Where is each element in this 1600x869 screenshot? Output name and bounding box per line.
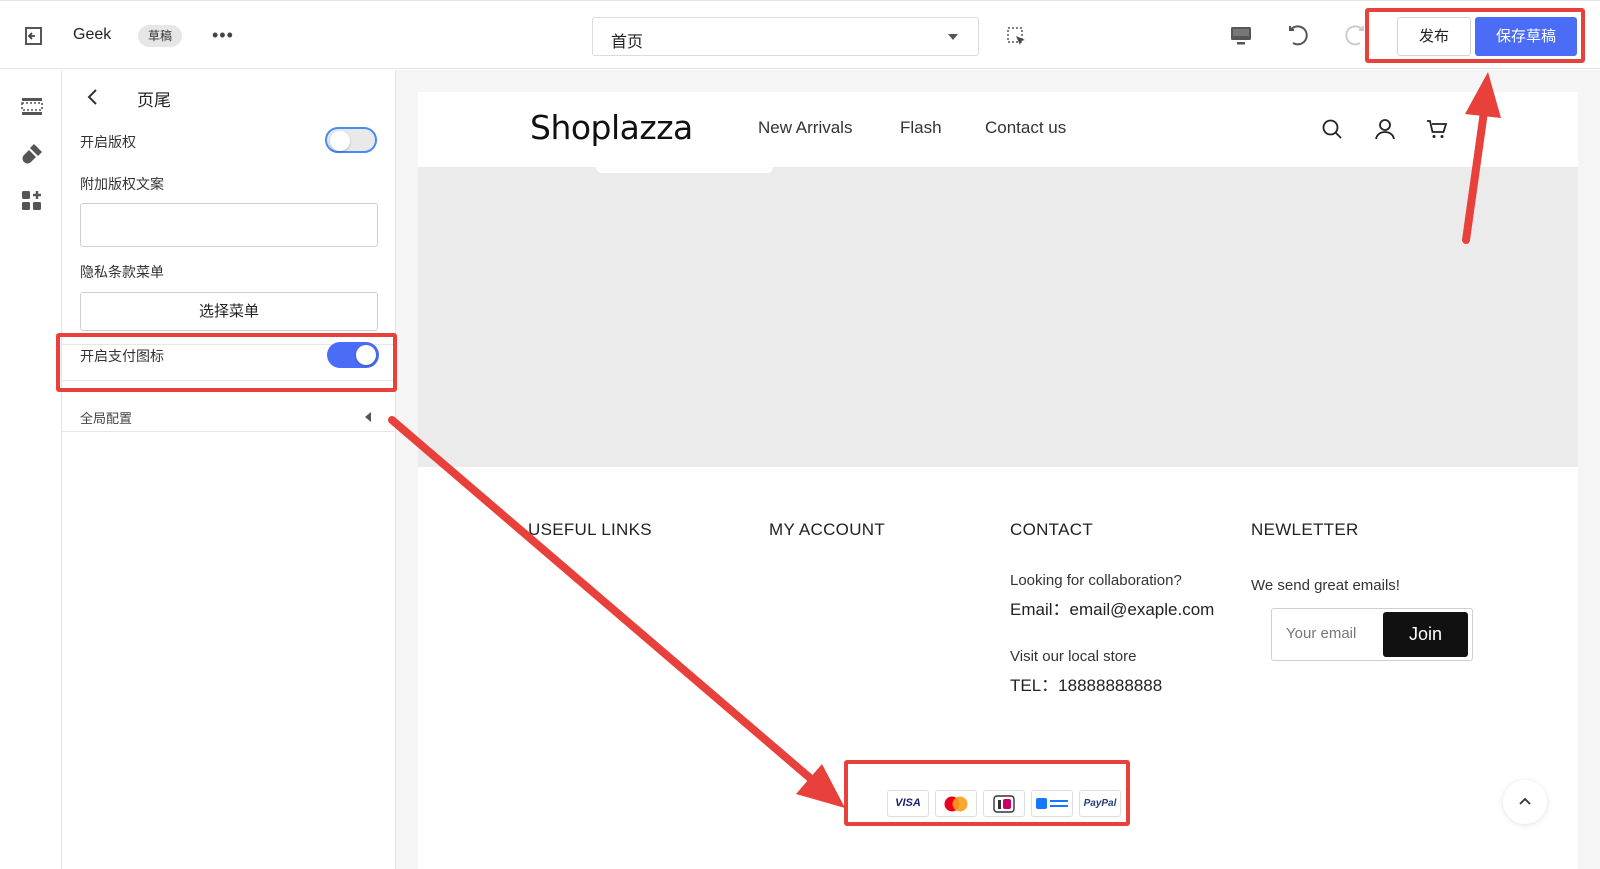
site-logo[interactable]: Shoplazza: [530, 108, 693, 147]
page-select[interactable]: 首页: [592, 17, 979, 56]
store-preview: Shoplazza New Arrivals Flash Contact us …: [418, 92, 1578, 869]
contact-visit-text: Visit our local store: [1010, 648, 1137, 665]
annotation-box-payment-icons: [844, 760, 1130, 826]
nav-new-arrivals[interactable]: New Arrivals: [758, 118, 852, 138]
newsletter-text: We send great emails!: [1251, 577, 1400, 594]
theme-style-icon[interactable]: [20, 142, 44, 166]
copyright-toggle[interactable]: [325, 127, 377, 153]
preview-canvas: Shoplazza New Arrivals Flash Contact us …: [396, 70, 1600, 869]
account-icon[interactable]: [1374, 118, 1396, 140]
chevron-up-icon: [1519, 797, 1531, 805]
email-input[interactable]: Your email: [1286, 625, 1356, 642]
undo-icon[interactable]: [1287, 24, 1311, 48]
settings-panel: 页尾 开启版权 附加版权文案 隐私条款菜单 选择菜单 开启支付图标 全局配置: [62, 70, 396, 869]
search-icon[interactable]: [1321, 118, 1343, 140]
chevron-down-icon: [948, 34, 958, 40]
icon-rail: [0, 70, 62, 869]
desktop-icon[interactable]: [1230, 26, 1252, 46]
status-badge: 草稿: [138, 25, 183, 47]
cart-icon[interactable]: [1426, 118, 1448, 140]
footer-my-account-title: MY ACCOUNT: [769, 520, 886, 539]
scroll-to-top-button[interactable]: [1503, 780, 1547, 824]
nav-flash[interactable]: Flash: [900, 118, 942, 138]
chevron-left-icon[interactable]: [365, 412, 371, 422]
page-select-value: 首页: [611, 34, 644, 51]
global-config-label[interactable]: 全局配置: [80, 408, 132, 427]
select-element-icon[interactable]: [1007, 27, 1027, 47]
toggle-knob: [330, 131, 350, 151]
footer-contact-title: CONTACT: [1010, 520, 1093, 539]
divider: [62, 431, 396, 432]
select-menu-button[interactable]: 选择菜单: [80, 292, 378, 331]
copyright-label: 开启版权: [80, 134, 136, 150]
redo-icon[interactable]: [1342, 24, 1366, 48]
store-name: Geek: [73, 26, 112, 43]
nav-contact-us[interactable]: Contact us: [985, 118, 1066, 138]
top-bar: Geek 草稿 ••• 首页 发布 保存草稿: [0, 0, 1600, 69]
join-button[interactable]: Join: [1383, 612, 1468, 657]
apps-icon[interactable]: [20, 189, 44, 213]
contact-collab-text: Looking for collaboration?: [1010, 572, 1182, 589]
hero-placeholder: [418, 167, 1578, 467]
back-icon[interactable]: [86, 88, 100, 106]
annotation-box-publish: [1365, 8, 1585, 63]
sections-icon[interactable]: [20, 94, 44, 118]
extra-copyright-label: 附加版权文案: [80, 176, 164, 192]
contact-tel: TEL：18888888888: [1010, 676, 1163, 695]
panel-title: 页尾: [137, 91, 171, 110]
contact-email[interactable]: Email：email@exaple.com: [1010, 595, 1214, 620]
site-header: Shoplazza New Arrivals Flash Contact us: [418, 92, 1578, 167]
more-icon[interactable]: •••: [212, 23, 236, 47]
footer-newsletter-title: NEWLETTER: [1251, 520, 1359, 539]
privacy-menu-label: 隐私条款菜单: [80, 264, 164, 280]
exit-icon[interactable]: [22, 25, 44, 47]
nav-underline: [596, 167, 773, 173]
extra-copyright-input[interactable]: [80, 203, 378, 247]
annotation-box-payment-toggle: [56, 333, 397, 392]
footer-useful-links-title: USEFUL LINKS: [528, 520, 652, 539]
newsletter-form: Your email Join: [1271, 608, 1473, 661]
